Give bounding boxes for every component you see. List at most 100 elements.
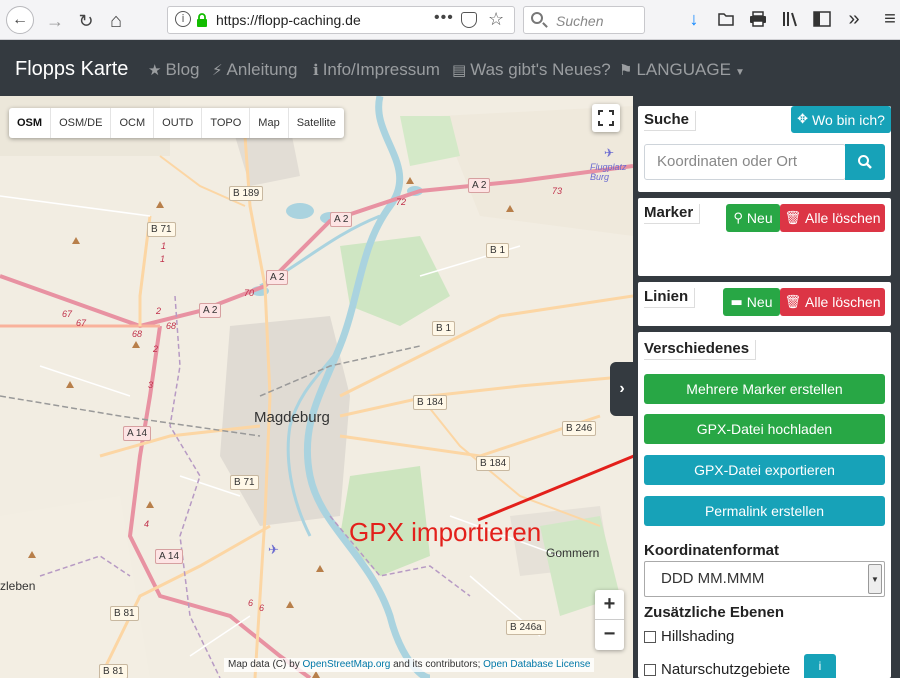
gpx-export-button[interactable]: GPX-Datei exportieren	[644, 455, 885, 485]
browser-search-input[interactable]: Suchen	[523, 6, 645, 34]
reload-button[interactable]: ↻	[73, 8, 99, 34]
exit-number: 3	[148, 380, 154, 390]
info-icon: i	[818, 659, 822, 673]
exit-number: 68	[132, 329, 143, 339]
flag-icon: ⚑	[619, 61, 633, 79]
new-line-button[interactable]: ▬ Neu	[723, 288, 780, 316]
fullscreen-button[interactable]	[592, 104, 620, 132]
airport-icon: ✈	[604, 146, 615, 160]
bookmark-star-icon[interactable]: ☆	[488, 9, 504, 30]
reload-icon: ↻	[78, 10, 94, 31]
overflow-icon[interactable]: »	[844, 8, 864, 30]
page-actions-icon[interactable]: •••	[434, 9, 454, 27]
url-bar[interactable]: i https://flopp-caching.de ••• ☆	[167, 6, 515, 34]
exit-number: 1	[161, 241, 167, 251]
layer-osm[interactable]: OSM	[9, 108, 52, 138]
nav-item-anleitung[interactable]: ⚡ Anleitung	[212, 60, 297, 80]
button-label: Alle löschen	[805, 294, 881, 310]
fullscreen-icon	[598, 110, 614, 126]
exit-number: 68	[166, 321, 177, 331]
select-value: DDD MM.MMM	[661, 570, 765, 587]
info-icon[interactable]: i	[175, 11, 191, 27]
search-icon	[531, 12, 543, 24]
star-icon: ★	[148, 61, 162, 79]
map-marker-icon: ⚲	[733, 210, 743, 226]
airport-icon: ✈	[268, 542, 279, 557]
button-label: Wo bin ich?	[812, 111, 885, 128]
search-button[interactable]	[845, 144, 885, 180]
zoom-out-button[interactable]: −	[595, 620, 624, 650]
forward-button[interactable]: →	[42, 8, 68, 34]
osm-link[interactable]: OpenStreetMap.org	[302, 659, 390, 670]
card-title: Linien	[644, 288, 696, 308]
locate-button[interactable]: ✥ Wo bin ich?	[791, 106, 891, 133]
attribution-text: Map data (C) by	[228, 659, 300, 670]
checkbox-box[interactable]	[644, 663, 656, 676]
road-label: B 184	[476, 456, 511, 471]
info-button[interactable]: i	[804, 654, 836, 678]
download-icon[interactable]: ↓	[684, 9, 704, 29]
nav-label: Anleitung	[226, 60, 298, 79]
layer-map[interactable]: Map	[250, 108, 289, 138]
lock-icon	[197, 13, 207, 27]
nav-item-blog[interactable]: ★ Blog	[148, 60, 199, 80]
layer-satellite[interactable]: Satellite	[289, 108, 344, 138]
pocket-icon[interactable]	[461, 12, 477, 28]
nav-item-info[interactable]: ℹ Info/Impressum	[313, 60, 440, 80]
back-button[interactable]: ←	[6, 6, 34, 34]
card-title: Verschiedenes	[644, 340, 757, 360]
forward-arrow-icon: →	[46, 10, 64, 31]
attribution-text: and its contributors;	[393, 659, 481, 670]
checkbox-label: Hillshading	[661, 628, 735, 645]
nav-item-language[interactable]: ⚑ LANGUAGE ▼	[619, 60, 745, 80]
nav-item-news[interactable]: ▤ Was gibt's Neues?	[452, 60, 611, 80]
folder-icon[interactable]	[716, 9, 736, 29]
new-marker-button[interactable]: ⚲ Neu	[726, 204, 780, 232]
multi-marker-button[interactable]: Mehrere Marker erstellen	[644, 374, 885, 404]
exit-number: 72	[396, 197, 407, 207]
url-text: https://flopp-caching.de	[216, 12, 361, 28]
exit-number: 1	[160, 254, 166, 264]
road-label: A 2	[330, 212, 353, 227]
library-icon[interactable]	[781, 9, 801, 29]
zoom-in-button[interactable]: +	[595, 590, 624, 620]
exit-number: 4	[144, 519, 150, 529]
exit-number: 67	[76, 318, 87, 328]
delete-all-lines-button[interactable]: 🗑 Alle löschen	[780, 288, 885, 316]
exit-number: 67	[62, 309, 73, 319]
hamburger-menu-icon[interactable]: ≡	[880, 8, 900, 30]
road-label: B 1	[486, 243, 510, 258]
brand-title[interactable]: Flopps Karte	[15, 58, 128, 81]
road-label: B 246a	[506, 620, 546, 635]
layer-outd[interactable]: OUTD	[154, 108, 203, 138]
sidebar-toggle-button[interactable]: ›	[610, 362, 633, 416]
app-navbar: Flopps Karte ★ Blog ⚡ Anleitung ℹ Info/Impr…	[0, 40, 900, 96]
road-label: B 184	[413, 395, 448, 410]
layer-topo[interactable]: TOPO	[202, 108, 251, 138]
annotation-text: GPX importieren	[349, 517, 542, 547]
nav-label: Was gibt's Neues?	[470, 60, 611, 79]
permalink-button[interactable]: Permalink erstellen	[644, 496, 885, 526]
nav-label: Info/Impressum	[322, 60, 440, 79]
nature-reserves-checkbox[interactable]: Naturschutzgebiete	[644, 661, 790, 678]
layer-osm-de[interactable]: OSM/DE	[51, 108, 112, 138]
hillshading-checkbox[interactable]: Hillshading	[644, 628, 734, 645]
nav-label: LANGUAGE	[636, 60, 731, 79]
exit-number: 73	[552, 186, 563, 196]
coord-format-select[interactable]: DDD MM.MMM ▼	[644, 561, 885, 597]
sidebar: Suche ✥ Wo bin ich? Koordinaten oder Ort …	[633, 96, 900, 678]
nav-label: Blog	[165, 60, 200, 79]
road-label: A 14	[123, 426, 152, 441]
home-button[interactable]: ⌂	[103, 8, 129, 34]
layer-ocm[interactable]: OCM	[111, 108, 155, 138]
delete-all-markers-button[interactable]: 🗑 Alle löschen	[780, 204, 885, 232]
print-icon[interactable]	[748, 9, 768, 29]
sidebar-icon[interactable]	[812, 9, 832, 29]
checkbox-box[interactable]	[644, 630, 656, 643]
trash-icon: 🗑	[784, 294, 801, 310]
map-view[interactable]: Wolmirstedt Magdeburg Gommern zleben Flu…	[0, 96, 633, 678]
exit-number: 6	[259, 603, 265, 613]
license-link[interactable]: Open Database License	[483, 659, 590, 670]
gpx-upload-button[interactable]: GPX-Datei hochladen	[644, 414, 885, 444]
location-search-input[interactable]: Koordinaten oder Ort	[644, 144, 846, 180]
